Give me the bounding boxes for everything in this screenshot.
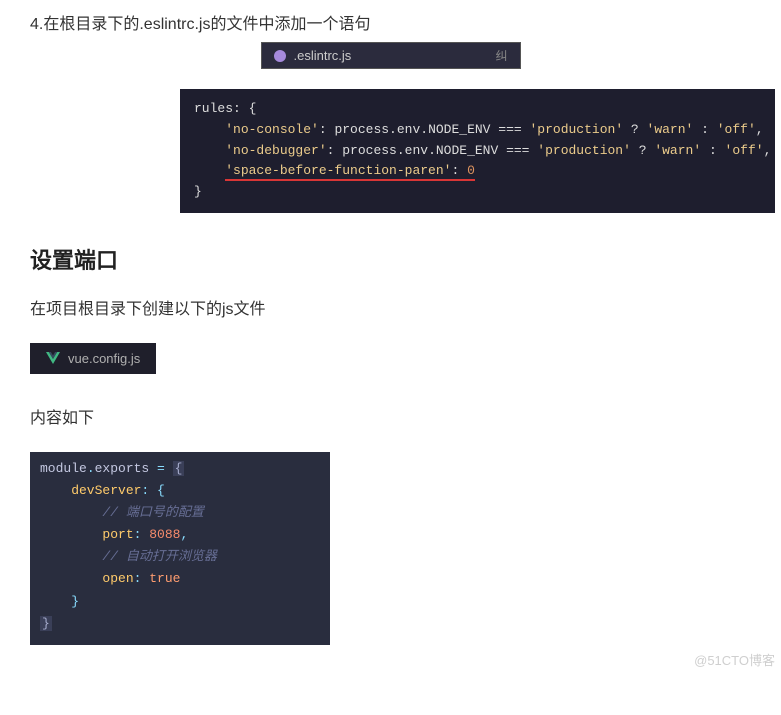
watermark: @51CTO博客 xyxy=(694,650,775,669)
desc-content-below: 内容如下 xyxy=(30,404,751,428)
editor-tab-eslintrc: .eslintrc.js 纠 xyxy=(261,42,521,69)
code-block-vue-config: module.exports = { devServer: { // 端口号的配… xyxy=(30,452,330,645)
vue-config-filename: vue.config.js xyxy=(68,351,140,366)
code-block-eslint-rules: rules: { 'no-console': process.env.NODE_… xyxy=(180,89,775,213)
editor-tab-vue-config: vue.config.js xyxy=(30,343,156,374)
heading-set-port: 设置端口 xyxy=(30,243,751,275)
file-icon xyxy=(274,50,286,62)
step-4-text: 4.在根目录下的.eslintrc.js的文件中添加一个语句 xyxy=(30,10,751,34)
vue-icon xyxy=(46,351,60,365)
eslint-tab-wrapper: .eslintrc.js 纠 xyxy=(30,42,751,69)
tab-filename: .eslintrc.js xyxy=(294,48,352,63)
desc-create-js-file: 在项目根目录下创建以下的js文件 xyxy=(30,295,751,319)
tab-right-text: 纠 xyxy=(495,47,507,64)
